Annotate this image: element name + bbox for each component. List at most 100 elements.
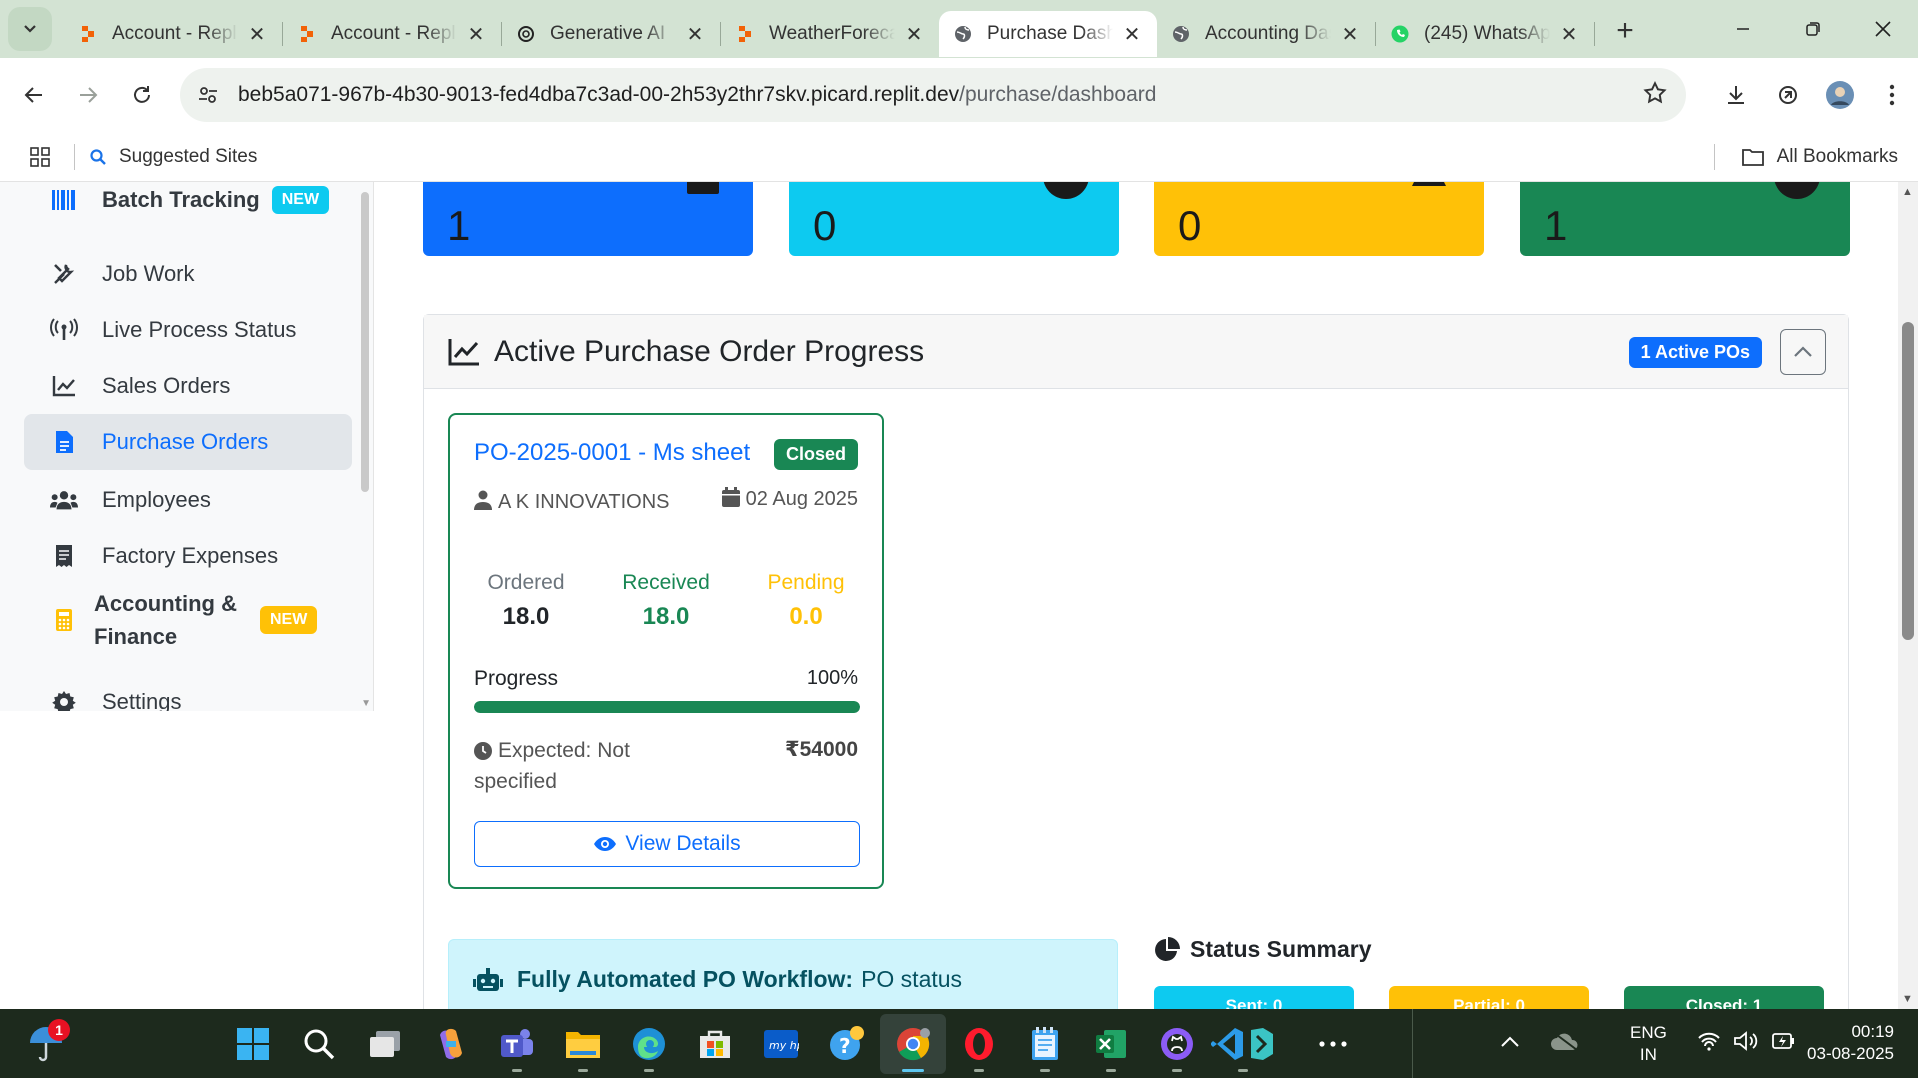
new-tab-button[interactable]: + <box>1605 11 1645 51</box>
scrollbar-thumb[interactable] <box>1902 322 1914 640</box>
taskbar-search-button[interactable] <box>286 1014 352 1074</box>
myhp-icon: my hp <box>764 1029 799 1058</box>
site-settings-icon[interactable] <box>188 75 228 115</box>
sidebar-item-factory-expenses[interactable]: Factory Expenses <box>24 528 352 584</box>
sidebar-item-job-work[interactable]: Job Work <box>24 246 352 302</box>
myhp-app[interactable]: my hp <box>748 1014 814 1074</box>
opera-app[interactable] <box>946 1014 1012 1074</box>
downloads-button[interactable] <box>1710 69 1762 121</box>
close-icon[interactable]: ✕ <box>1558 23 1580 46</box>
folder-icon <box>1741 149 1764 166</box>
notification-badge: 1 <box>48 1019 70 1041</box>
browser-tab[interactable]: Generative AI ✕ <box>502 11 720 57</box>
forward-button[interactable] <box>62 69 114 121</box>
progress-bar <box>474 701 860 713</box>
sidebar-item-live-process-status[interactable]: Live Process Status <box>24 302 352 358</box>
sidebar-item-purchase-orders[interactable]: Purchase Orders <box>24 414 352 470</box>
stat-card-sent: 0 <box>789 182 1119 256</box>
clock[interactable]: 00:19 03-08-2025 <box>1807 1021 1894 1065</box>
stat-value: 1 <box>1544 202 1568 249</box>
sidebar-item-sales-orders[interactable]: Sales Orders <box>24 358 352 414</box>
browser-tab[interactable]: Account - Replit ✕ <box>283 11 501 57</box>
restore-button[interactable] <box>1778 0 1848 58</box>
browser-menu-button[interactable] <box>1866 69 1918 121</box>
github-desktop-app[interactable] <box>1144 1014 1210 1074</box>
close-icon[interactable]: ✕ <box>903 23 925 46</box>
scroll-down-arrow-icon[interactable]: ▼ <box>361 698 371 709</box>
page-scrollbar[interactable]: ▲ ▼ <box>1898 182 1918 1009</box>
wifi-button[interactable] <box>1697 1031 1721 1056</box>
close-icon[interactable]: ✕ <box>246 23 268 46</box>
taskbar-divider <box>1412 1009 1413 1078</box>
tab-title: Account - Replit <box>112 23 238 44</box>
show-hidden-icons-button[interactable] <box>1500 1035 1520 1053</box>
view-details-label: View Details <box>625 832 741 855</box>
po-date-value: 02 Aug 2025 <box>745 488 858 510</box>
volume-button[interactable] <box>1733 1030 1759 1057</box>
teams-app[interactable] <box>484 1014 550 1074</box>
browser-tab[interactable]: WeatherForecast ✕ <box>721 11 939 57</box>
more-apps-button[interactable] <box>1300 1014 1366 1074</box>
url-host: beb5a071-967b-4b30-9013-fed4dba7c3ad-00-… <box>238 83 960 106</box>
sidebar-item-batch-tracking[interactable]: Batch Tracking NEW <box>24 182 352 228</box>
performance-button[interactable] <box>1762 69 1814 121</box>
warning-icon <box>1404 182 1454 207</box>
microsoft-store-app[interactable] <box>682 1014 748 1074</box>
sidebar-item-label: Accounting & Finance <box>94 591 237 649</box>
copilot-app[interactable] <box>418 1014 484 1074</box>
get-help-app[interactable]: ? <box>814 1014 880 1074</box>
excel-icon <box>1096 1029 1126 1058</box>
close-window-button[interactable] <box>1848 0 1918 58</box>
chrome-app[interactable] <box>880 1013 946 1074</box>
sidebar-item-settings[interactable]: Settings <box>24 674 352 711</box>
sidebar-item-accounting-finance[interactable]: Accounting & Finance NEW <box>24 582 352 658</box>
language-indicator[interactable]: ENG IN <box>1630 1022 1667 1066</box>
vscode-app[interactable] <box>1210 1014 1276 1074</box>
browser-tab[interactable]: Accounting Dashboard ✕ <box>1157 11 1375 57</box>
file-explorer-app[interactable] <box>550 1014 616 1074</box>
browser-tab[interactable]: (245) WhatsApp ✕ <box>1376 11 1594 57</box>
profile-avatar[interactable] <box>1814 69 1866 121</box>
file-icon <box>50 428 78 456</box>
tab-search-button[interactable] <box>8 7 52 51</box>
url-bar[interactable]: beb5a071-967b-4b30-9013-fed4dba7c3ad-00-… <box>180 68 1686 122</box>
task-view-button[interactable] <box>352 1014 418 1074</box>
excel-app[interactable] <box>1078 1014 1144 1074</box>
bookmark-suggested-sites[interactable]: Suggested Sites <box>89 146 257 168</box>
battery-button[interactable] <box>1771 1030 1797 1057</box>
replit-icon <box>78 24 98 44</box>
notepad-app[interactable] <box>1012 1014 1078 1074</box>
start-button[interactable] <box>220 1014 286 1074</box>
workflow-alert: Fully Automated PO Workflow: PO status <box>448 939 1118 1009</box>
bookmark-star-icon[interactable] <box>1642 80 1668 111</box>
edge-app[interactable] <box>616 1014 682 1074</box>
workflow-text: Fully Automated PO Workflow: PO status <box>473 966 962 993</box>
onedrive-button[interactable] <box>1550 1030 1580 1057</box>
view-details-button[interactable]: View Details <box>474 821 860 867</box>
scroll-down-arrow-icon[interactable]: ▼ <box>1902 993 1913 1005</box>
expected-date: Expected: Not specified <box>474 735 694 797</box>
close-icon[interactable]: ✕ <box>465 23 487 46</box>
user-icon <box>474 490 492 510</box>
minimize-button[interactable] <box>1708 0 1778 58</box>
apps-button[interactable] <box>20 137 60 177</box>
close-icon[interactable]: ✕ <box>684 23 706 46</box>
received-value: 18.0 <box>642 603 690 630</box>
back-button[interactable] <box>8 69 60 121</box>
sidebar-item-label: Factory Expenses <box>102 543 279 568</box>
scroll-up-arrow-icon[interactable]: ▲ <box>1902 186 1913 198</box>
close-icon[interactable]: ✕ <box>1339 23 1361 46</box>
tab-title: Generative AI <box>550 23 666 44</box>
tools-icon <box>50 260 78 288</box>
sidebar-scrollbar[interactable] <box>361 192 369 492</box>
all-bookmarks-button[interactable]: All Bookmarks <box>1700 132 1898 182</box>
collapse-button[interactable] <box>1780 329 1826 375</box>
sidebar-item-employees[interactable]: Employees <box>24 472 352 528</box>
browser-tab[interactable]: Account - Replit ✕ <box>64 11 282 57</box>
po-card-title[interactable]: PO-2025-0001 - Ms sheet <box>474 439 750 467</box>
tab-divider <box>1594 22 1595 46</box>
clock-icon <box>474 742 492 760</box>
reload-button[interactable] <box>116 69 168 121</box>
browser-tab-active[interactable]: Purchase Dashboard ✕ <box>939 11 1157 57</box>
close-icon[interactable]: ✕ <box>1121 23 1143 46</box>
